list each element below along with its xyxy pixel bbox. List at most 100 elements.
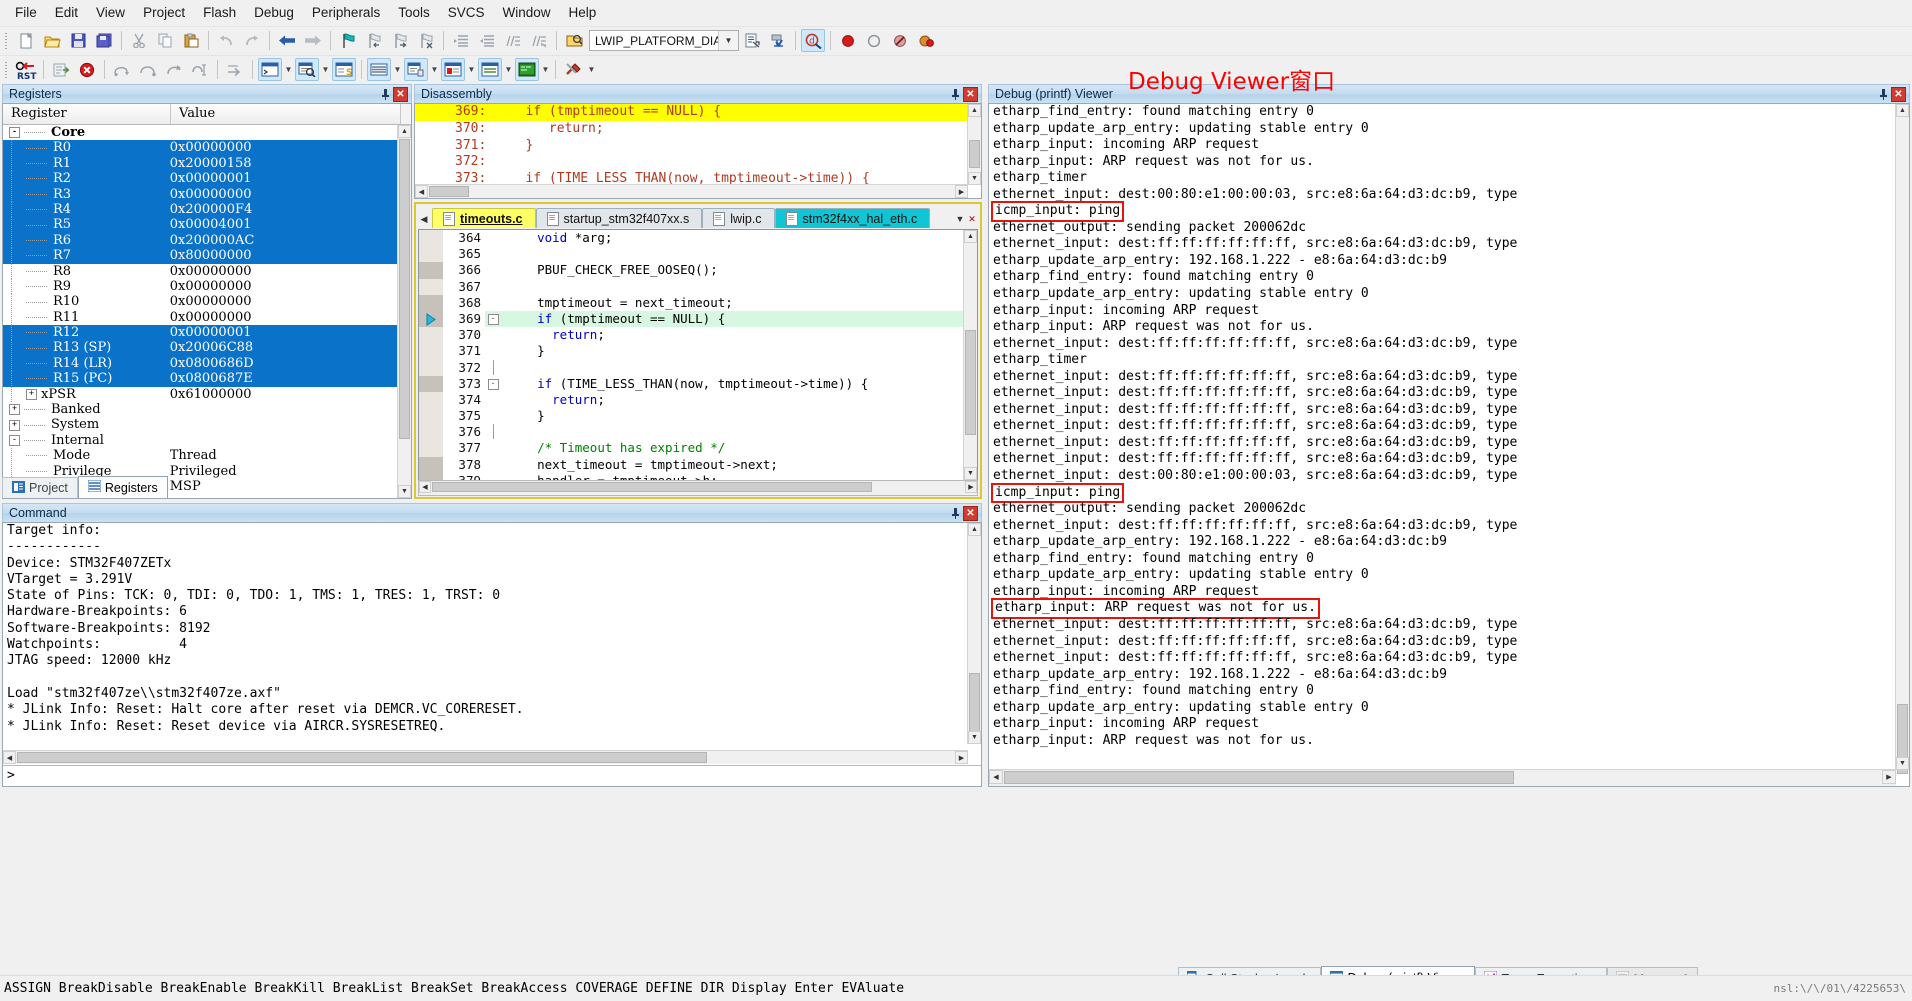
scroll-down-icon[interactable]: ▼ — [398, 485, 411, 498]
scroll-down-icon[interactable]: ▼ — [1896, 757, 1909, 770]
register-row[interactable]: R120x00000001 — [3, 325, 398, 340]
menu-item-peripherals[interactable]: Peripherals — [303, 2, 389, 23]
registers-dropdown-icon[interactable]: ▼ — [392, 58, 403, 81]
navigate-back-icon[interactable] — [275, 29, 299, 52]
code-line[interactable]: 378 next_timeout = tmptimeout->next; — [419, 457, 964, 473]
code-line[interactable]: 368 tmptimeout = next_timeout; — [419, 295, 964, 311]
register-row[interactable]: R10x20000158 — [3, 156, 398, 171]
uncomment-icon[interactable] — [527, 29, 551, 52]
register-row[interactable]: R20x00000001 — [3, 171, 398, 186]
bookmark-clear-icon[interactable] — [414, 29, 438, 52]
registers-tree[interactable]: -CoreR00x00000000R10x20000158R20x0000000… — [3, 125, 398, 498]
debug-viewer-hscrollbar[interactable]: ◀ ▶ — [989, 769, 1896, 786]
fold-marker-icon[interactable] — [485, 473, 501, 480]
manage-components-icon[interactable] — [766, 29, 790, 52]
debug-viewer-hscroll-thumb[interactable] — [1004, 771, 1514, 784]
disassembly-line[interactable]: 370: return; — [415, 121, 968, 138]
scroll-right-icon[interactable]: ▶ — [955, 751, 968, 764]
scroll-down-icon[interactable]: ▼ — [964, 467, 977, 480]
reset-cpu-icon[interactable]: RST — [14, 58, 38, 81]
fold-marker-icon[interactable] — [485, 343, 501, 359]
register-row[interactable]: +System — [3, 417, 398, 432]
chevron-down-icon[interactable]: ▼ — [718, 31, 738, 50]
debug-toolbar-grip[interactable] — [3, 60, 11, 80]
comment-icon[interactable] — [501, 29, 525, 52]
command-scroll-thumb[interactable] — [969, 673, 980, 733]
navigate-forward-icon[interactable] — [301, 29, 325, 52]
editor-hscroll-thumb[interactable] — [432, 482, 872, 492]
code-line[interactable]: 373- if (TIME_LESS_THAN(now, tmptimeout-… — [419, 376, 964, 392]
register-row[interactable]: R40x200000F4 — [3, 202, 398, 217]
disable-all-breakpoints-icon[interactable] — [914, 29, 938, 52]
menu-item-view[interactable]: View — [87, 2, 134, 23]
cut-icon[interactable] — [127, 29, 151, 52]
fold-marker-icon[interactable] — [485, 230, 501, 246]
fold-marker-icon[interactable] — [485, 392, 501, 408]
menu-item-file[interactable]: File — [6, 2, 46, 23]
close-icon[interactable]: ✕ — [963, 506, 978, 521]
fold-marker-icon[interactable] — [485, 279, 501, 295]
fold-marker-icon[interactable] — [485, 424, 501, 440]
editor-tab-stm32f4xx-hal-eth-c[interactable]: stm32f4xx_hal_eth.c — [775, 208, 931, 228]
scroll-left-icon[interactable]: ◀ — [3, 751, 16, 764]
copy-icon[interactable] — [153, 29, 177, 52]
tab-close-icon[interactable]: ✕ — [966, 210, 978, 228]
code-line[interactable]: 366 PBUF_CHECK_FREE_OOSEQ(); — [419, 262, 964, 278]
register-row[interactable]: -Internal — [3, 433, 398, 448]
tree-expander-icon[interactable]: - — [9, 435, 20, 446]
scroll-down-icon[interactable]: ▼ — [968, 731, 981, 744]
menu-item-project[interactable]: Project — [134, 2, 194, 23]
register-row[interactable]: +xPSR0x61000000 — [3, 387, 398, 402]
register-row[interactable]: R70x80000000 — [3, 248, 398, 263]
toolbar-grip[interactable] — [3, 31, 11, 51]
code-line[interactable]: 374 return; — [419, 392, 964, 408]
step-over-icon[interactable] — [136, 58, 160, 81]
bookmark-prev-icon[interactable] — [362, 29, 386, 52]
code-lines[interactable]: 364 void *arg;365 366 PBUF_CHECK_FREE_OO… — [419, 230, 964, 480]
save-all-icon[interactable] — [92, 29, 116, 52]
disassembly-dropdown-icon[interactable]: ▼ — [320, 58, 331, 81]
step-icon[interactable] — [110, 58, 134, 81]
command-hscrollbar[interactable]: ◀ ▶ — [3, 750, 968, 764]
fold-marker-icon[interactable]: - — [485, 311, 501, 327]
command-window-dropdown-icon[interactable]: ▼ — [283, 58, 294, 81]
command-vscrollbar[interactable]: ▲ ▼ — [967, 523, 981, 744]
serial-window-icon[interactable] — [515, 58, 539, 81]
pin-icon[interactable] — [948, 506, 963, 521]
target-combo[interactable]: LWIP_PLATFORM_DIAG ▼ — [589, 30, 739, 51]
register-row[interactable]: R60x200000AC — [3, 233, 398, 248]
scroll-left-icon[interactable]: ◀ — [419, 481, 431, 493]
fold-marker-icon[interactable] — [485, 262, 501, 278]
new-file-icon[interactable] — [14, 29, 38, 52]
registers-col-register[interactable]: Register — [3, 104, 171, 124]
call-stack-window-icon[interactable] — [404, 58, 428, 81]
serial-dropdown-icon[interactable]: ▼ — [540, 58, 551, 81]
close-icon[interactable]: ✕ — [963, 87, 978, 102]
fold-marker-icon[interactable] — [485, 246, 501, 262]
code-line[interactable]: 379 handler = tmptimeout->h; — [419, 473, 964, 480]
indent-right-icon[interactable] — [449, 29, 473, 52]
close-icon[interactable]: ✕ — [1891, 87, 1906, 102]
editor-tab-timeouts-c[interactable]: timeouts.c — [432, 208, 536, 228]
debug-viewer-vscrollbar[interactable]: ▲ ▼ — [1895, 104, 1909, 770]
undo-icon[interactable] — [214, 29, 238, 52]
step-out-icon[interactable] — [162, 58, 186, 81]
stop-icon[interactable] — [75, 58, 99, 81]
dock-tab-registers[interactable]: Registers — [78, 476, 168, 498]
pin-icon[interactable] — [948, 87, 963, 102]
close-icon[interactable]: ✕ — [393, 87, 408, 102]
disassembly-hscroll-thumb[interactable] — [429, 186, 469, 197]
open-file-icon[interactable] — [40, 29, 64, 52]
menu-item-window[interactable]: Window — [493, 2, 559, 23]
pin-icon[interactable] — [378, 87, 393, 102]
scroll-up-icon[interactable]: ▲ — [968, 104, 981, 117]
toolbox-dropdown-icon[interactable]: ▼ — [586, 58, 597, 81]
insert-breakpoint-icon[interactable] — [836, 29, 860, 52]
scroll-right-icon[interactable]: ▶ — [1882, 770, 1896, 784]
memory-dropdown-icon[interactable]: ▼ — [503, 58, 514, 81]
fold-marker-icon[interactable]: - — [485, 376, 501, 392]
editor-scroll-thumb[interactable] — [965, 330, 976, 435]
disassembly-vscrollbar[interactable]: ▲ ▼ — [967, 104, 981, 185]
run-to-cursor-icon[interactable] — [188, 58, 212, 81]
code-line[interactable]: 365 — [419, 246, 964, 262]
